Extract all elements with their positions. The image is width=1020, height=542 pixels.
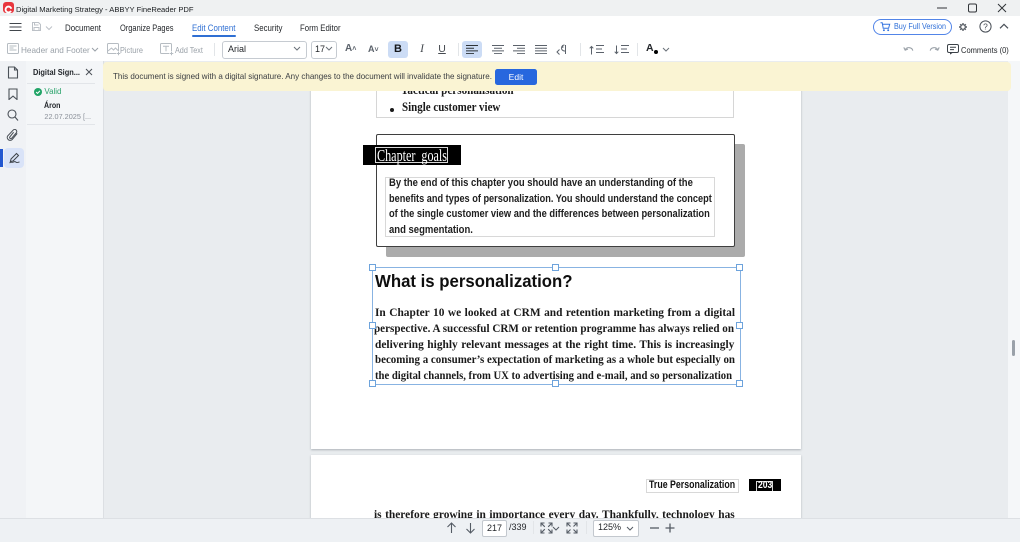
svg-text:?: ? [983,21,988,31]
